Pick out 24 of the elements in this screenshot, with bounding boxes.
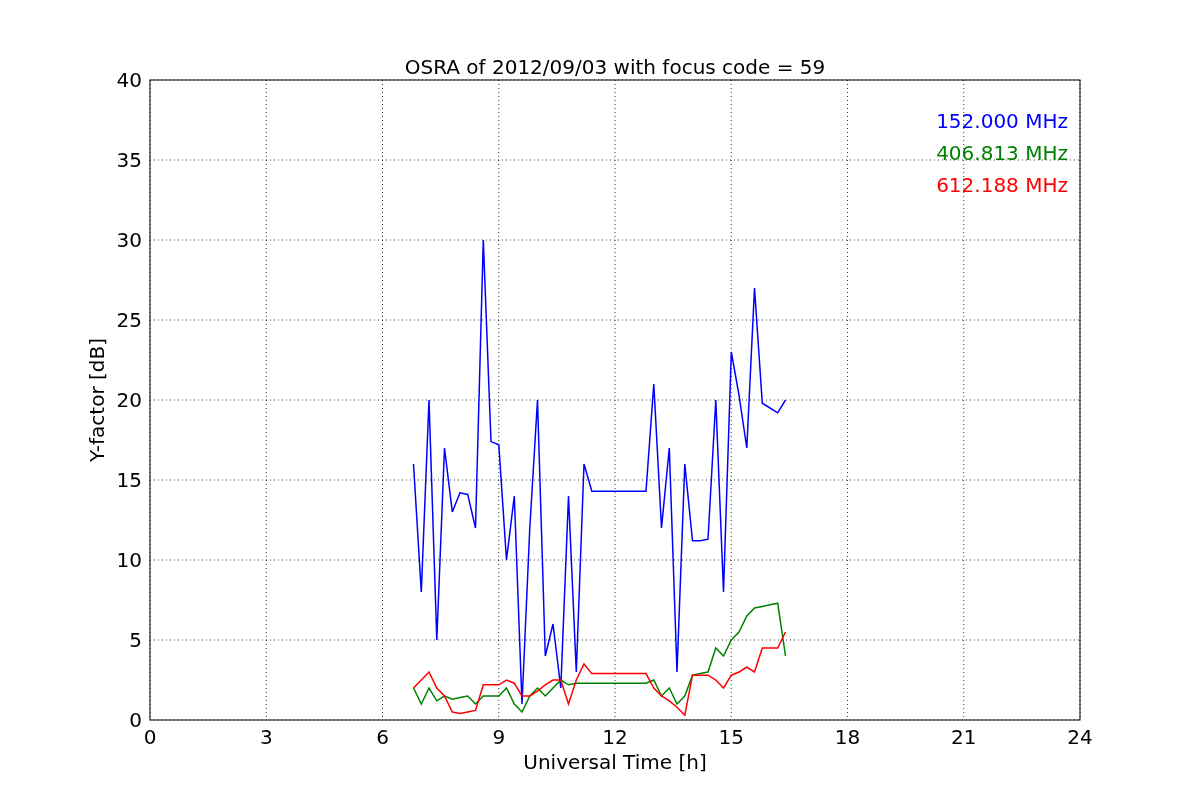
tick-label: 30 [116,228,142,252]
tick-label: 10 [116,548,142,572]
tick-label: 18 [834,725,861,749]
tick-label: 12 [602,725,628,749]
tick-label: 24 [1067,725,1093,749]
tick-label: 40 [116,68,142,92]
tick-label: 15 [718,725,744,749]
tick-label: 21 [951,725,977,749]
tick-label: 35 [116,148,142,172]
tick-label: 25 [116,308,142,332]
tick-label: 0 [143,725,157,749]
tick-label: 5 [129,628,142,652]
tick-label: 0 [129,708,142,732]
legend-label: 152.000 MHz [936,109,1068,133]
tick-label: 3 [259,725,273,749]
tick-label: 20 [116,388,142,412]
tick-label: 15 [116,468,142,492]
chart-title: OSRA of 2012/09/03 with focus code = 59 [404,55,826,79]
tick-label: 9 [492,725,506,749]
legend-label: 406.813 MHz [936,141,1068,165]
tick-label: 6 [376,725,389,749]
axis-label: Y-factor [dB] [85,338,109,462]
axis-label: Universal Time [h] [523,750,707,774]
legend-label: 612.188 MHz [936,173,1068,197]
